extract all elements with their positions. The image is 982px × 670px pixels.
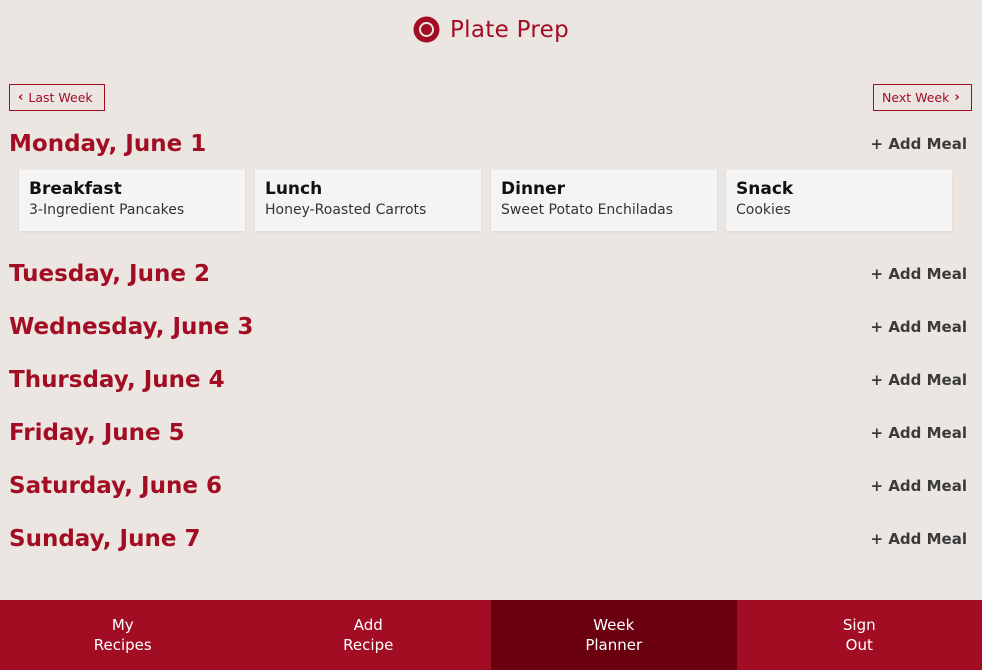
meal-type: Dinner	[501, 179, 566, 199]
nav-my-recipes[interactable]: My Recipes	[0, 600, 246, 670]
nav-sign-out[interactable]: Sign Out	[737, 600, 982, 670]
day-section-wednesday: Wednesday, June 3 + Add Meal	[9, 312, 967, 342]
nav-week-planner[interactable]: Week Planner	[491, 600, 737, 670]
meal-name: Cookies	[736, 202, 791, 218]
nav-label-line2: Recipes	[93, 636, 152, 654]
plate-icon	[413, 16, 440, 42]
next-week-button[interactable]: Next Week ›	[873, 84, 972, 111]
meal-name: 3-Ingredient Pancakes	[29, 202, 185, 218]
nav-label-line2: Recipe	[343, 636, 394, 654]
nav-label-line2: Out	[845, 636, 873, 654]
add-meal-button[interactable]: + Add Meal	[871, 365, 967, 395]
day-section-saturday: Saturday, June 6 + Add Meal	[9, 471, 967, 501]
day-title: Sunday, June 7	[9, 526, 201, 552]
nav-label-line1: My	[111, 616, 134, 634]
day-section-tuesday: Tuesday, June 2 + Add Meal	[9, 259, 967, 289]
add-meal-button[interactable]: + Add Meal	[871, 129, 967, 159]
nav-label-line1: Add	[353, 616, 383, 634]
add-meal-button[interactable]: + Add Meal	[871, 259, 967, 289]
chevron-left-icon: ‹	[18, 90, 24, 105]
chevron-right-icon: ›	[954, 90, 960, 105]
app-title: Plate Prep	[450, 17, 569, 43]
nav-label-line1: Sign	[842, 616, 876, 634]
add-meal-button[interactable]: + Add Meal	[871, 418, 967, 448]
day-title: Friday, June 5	[9, 420, 185, 446]
bottom-nav: My Recipes Add Recipe Week Planner Sign …	[0, 600, 982, 670]
day-title: Thursday, June 4	[9, 367, 225, 393]
nav-add-recipe[interactable]: Add Recipe	[246, 600, 492, 670]
last-week-label: Last Week	[28, 90, 93, 105]
meal-type: Lunch	[265, 179, 323, 199]
add-meal-button[interactable]: + Add Meal	[871, 524, 967, 554]
add-meal-button[interactable]: + Add Meal	[871, 471, 967, 501]
day-section-sunday: Sunday, June 7 + Add Meal	[9, 524, 967, 554]
meal-name: Sweet Potato Enchiladas	[501, 202, 673, 218]
last-week-button[interactable]: ‹ Last Week	[9, 84, 105, 111]
day-title: Wednesday, June 3	[9, 314, 254, 340]
meal-type: Breakfast	[29, 179, 122, 199]
meal-card-dinner[interactable]: Dinner Sweet Potato Enchiladas	[491, 170, 717, 231]
app-header: Plate Prep	[0, 0, 982, 60]
day-title: Monday, June 1	[9, 131, 207, 157]
meal-type: Snack	[736, 179, 794, 199]
meal-card-breakfast[interactable]: Breakfast 3-Ingredient Pancakes	[19, 170, 245, 231]
nav-label-line1: Week	[593, 616, 635, 634]
day-section-friday: Friday, June 5 + Add Meal	[9, 418, 967, 448]
day-section-thursday: Thursday, June 4 + Add Meal	[9, 365, 967, 395]
day-title: Tuesday, June 2	[9, 261, 210, 287]
meal-card-snack[interactable]: Snack Cookies	[726, 170, 952, 231]
add-meal-button[interactable]: + Add Meal	[871, 312, 967, 342]
day-section-monday: Monday, June 1 + Add Meal	[9, 129, 967, 159]
nav-label-line2: Planner	[585, 636, 643, 654]
next-week-label: Next Week	[882, 90, 950, 105]
day-title: Saturday, June 6	[9, 473, 222, 499]
meal-card-lunch[interactable]: Lunch Honey-Roasted Carrots	[255, 170, 481, 231]
meal-name: Honey-Roasted Carrots	[265, 202, 427, 218]
